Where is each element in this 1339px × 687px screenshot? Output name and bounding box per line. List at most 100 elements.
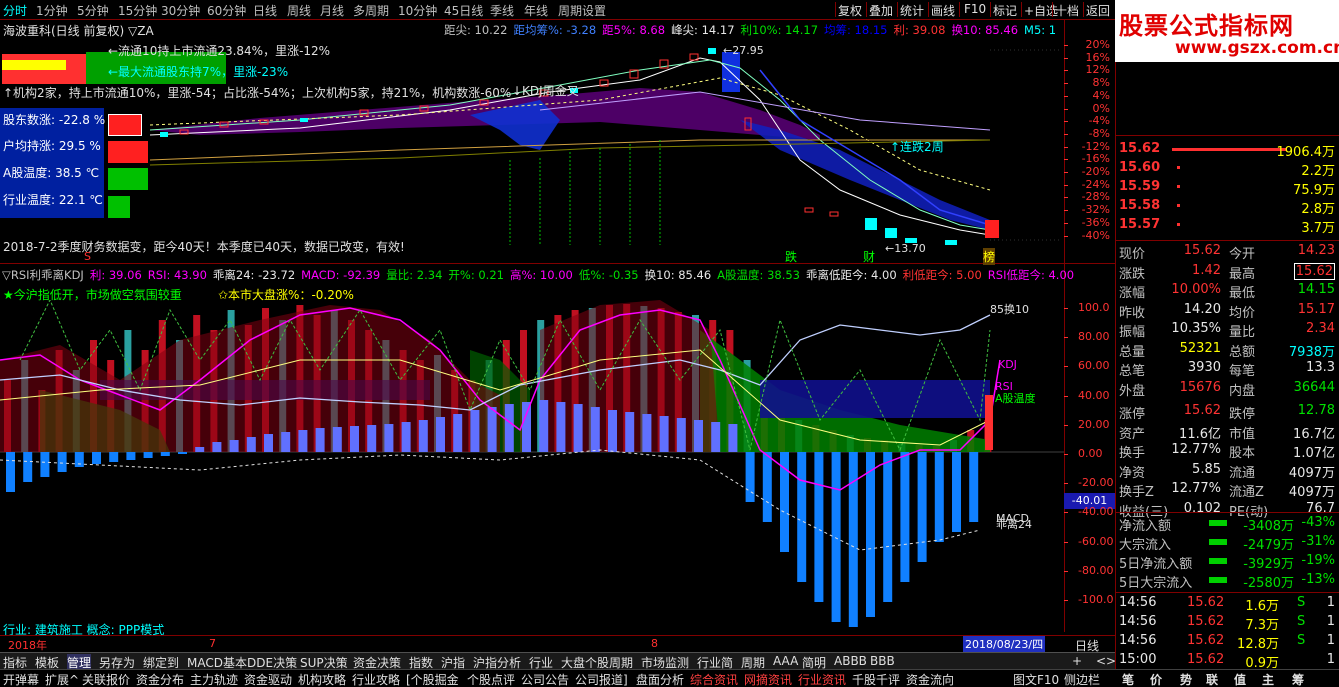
- macd-pos-bar: [436, 417, 445, 452]
- side-tab[interactable]: 图文F10: [1013, 671, 1059, 687]
- side-tab[interactable]: 主: [1262, 671, 1274, 687]
- indicator-ytick-mark: [1064, 483, 1068, 485]
- info-tab[interactable]: 公司公告: [521, 671, 569, 687]
- tab-period-year[interactable]: 年线: [524, 2, 548, 19]
- back-button[interactable]: 返回: [1086, 2, 1110, 19]
- info-tab[interactable]: 盘面分析: [636, 671, 684, 687]
- info-tab[interactable]: [个股掘金: [406, 671, 459, 687]
- tab-period-10min[interactable]: 10分钟: [398, 2, 437, 19]
- flow-row: 5日大宗流入 -2580万 -13%: [1117, 571, 1339, 591]
- indicator-ytick: 40.00: [1078, 388, 1110, 402]
- info-tab[interactable]: 资金流向: [906, 671, 954, 687]
- ask-price: 15.60: [1119, 160, 1161, 175]
- tab-period-daily[interactable]: 日线: [253, 2, 277, 19]
- info-tab[interactable]: 开弹幕: [3, 671, 39, 687]
- tab-period-1min[interactable]: 1分钟: [36, 2, 68, 19]
- quote-value: 15676: [1179, 379, 1221, 395]
- ask-volume-bar: [1172, 148, 1287, 151]
- overlay-button[interactable]: 叠加: [869, 2, 893, 19]
- tab-period-multi[interactable]: 多周期: [353, 2, 389, 19]
- main-ytick-mark: [1064, 121, 1068, 123]
- indicator-ytick-mark: [1064, 600, 1068, 601]
- info-tab[interactable]: 行业攻略: [352, 671, 400, 687]
- low-label: ←13.70: [885, 242, 926, 255]
- level10-button[interactable]: 十档: [1055, 2, 1079, 19]
- main-legend-item: M5: 1: [1024, 23, 1057, 37]
- side-tab[interactable]: 侧边栏: [1064, 671, 1100, 687]
- tick-count: 1: [1326, 633, 1335, 648]
- info-tab[interactable]: 公司报道]: [575, 671, 628, 687]
- indicator-chart[interactable]: [0, 300, 1064, 635]
- ask-price: 15.58: [1119, 198, 1161, 213]
- tab-period-settings[interactable]: 周期设置: [558, 2, 606, 19]
- macd-pos-bar: [246, 437, 256, 452]
- indicator-tab[interactable]: BBB: [870, 654, 895, 668]
- macd-pos-bar: [642, 414, 652, 452]
- side-tab[interactable]: 值: [1234, 671, 1246, 687]
- selected-date: 2018/08/23/四: [963, 636, 1046, 652]
- info-tab[interactable]: 千股千评: [852, 671, 900, 687]
- main-ytick-mark: [1064, 95, 1068, 97]
- info-tab[interactable]: 机构攻略: [298, 671, 346, 687]
- tab-period-5min[interactable]: 5分钟: [77, 2, 109, 19]
- macd-pos-bar: [504, 404, 514, 452]
- main-legend-item: 峰尖: 14.17: [671, 23, 735, 37]
- quote-value: 52321: [1179, 340, 1221, 356]
- macd-neg-bar: [883, 452, 893, 602]
- info-tab[interactable]: 资金驱动: [244, 671, 292, 687]
- main-ytick-mark: [1064, 45, 1068, 46]
- quote-label: 涨跌: [1119, 266, 1146, 282]
- stats-button[interactable]: 统计: [900, 2, 924, 19]
- tab-nav-button[interactable]: <: [1096, 654, 1106, 668]
- side-tab[interactable]: 笔: [1122, 671, 1134, 687]
- info-tab[interactable]: 网摘资讯: [744, 671, 792, 687]
- side-tab[interactable]: 势: [1180, 671, 1192, 687]
- tab-period-weekly[interactable]: 周线: [287, 2, 311, 19]
- tab-period-60min[interactable]: 60分钟: [207, 2, 246, 19]
- tab-period-quarter[interactable]: 季线: [490, 2, 514, 19]
- tab-period-monthly[interactable]: 月线: [320, 2, 344, 19]
- info-tab[interactable]: 综合资讯: [690, 671, 738, 687]
- kdj-signal: ↓KDJ周金叉: [512, 84, 579, 98]
- info-tab[interactable]: 资金分布: [136, 671, 184, 687]
- macd-pos-bar: [711, 422, 721, 452]
- quote-row: 昨收 14.20 均价 15.17: [1117, 301, 1339, 321]
- side-tab[interactable]: 联: [1206, 671, 1218, 687]
- main-legend-item: 距尖: 10.22: [444, 23, 508, 37]
- tab-nav-button[interactable]: +: [1072, 654, 1082, 668]
- tab-period-15min[interactable]: 15分钟: [118, 2, 157, 19]
- quote-label: 换手Z: [1119, 485, 1154, 500]
- info-tab[interactable]: 行业资讯: [798, 671, 846, 687]
- indicator-legend-item: RSI: 43.90: [147, 268, 207, 282]
- info-tab[interactable]: 个股点评: [467, 671, 515, 687]
- quote-label: 总笔: [1119, 364, 1146, 379]
- ask-volume-bar: [1177, 204, 1180, 207]
- flow-label: 5日大宗流入: [1119, 576, 1193, 591]
- flow-bar: [1209, 520, 1227, 526]
- label-gl24: 乖离24: [996, 518, 1032, 531]
- tab-period-fenshi[interactable]: 分时: [3, 2, 27, 19]
- main-ytick: 20%: [1085, 38, 1110, 51]
- macd-pos-bar: [315, 428, 325, 452]
- indicator-tab[interactable]: AAA: [773, 654, 798, 668]
- main-ytick: 8%: [1092, 76, 1110, 90]
- side-tab[interactable]: 筹: [1292, 671, 1304, 687]
- macd-pos-bar: [573, 404, 583, 452]
- macd-neg-bar: [745, 452, 755, 502]
- tab-period-45day[interactable]: 45日线: [444, 2, 483, 19]
- stat-industry-temp: 行业温度: 22.1 ℃: [3, 193, 103, 207]
- info-tab[interactable]: 扩展^: [45, 671, 79, 687]
- quote-value: 7938万: [1288, 344, 1335, 360]
- f10-button[interactable]: F10: [964, 2, 986, 16]
- indicator-tab[interactable]: ABBB: [834, 654, 867, 668]
- fuquan-button[interactable]: 复权: [838, 2, 862, 19]
- tab-period-30min[interactable]: 30分钟: [161, 2, 200, 19]
- mark-cai: 财: [863, 250, 876, 264]
- mark-button[interactable]: 标记: [993, 2, 1017, 19]
- side-tab[interactable]: 价: [1150, 671, 1162, 687]
- tick-side: S: [1297, 633, 1306, 648]
- info-tab[interactable]: 关联报价: [82, 671, 130, 687]
- quote-value: 4097万: [1288, 485, 1335, 500]
- info-tab[interactable]: 主力轨迹: [190, 671, 238, 687]
- draw-line-button[interactable]: 画线: [931, 2, 955, 19]
